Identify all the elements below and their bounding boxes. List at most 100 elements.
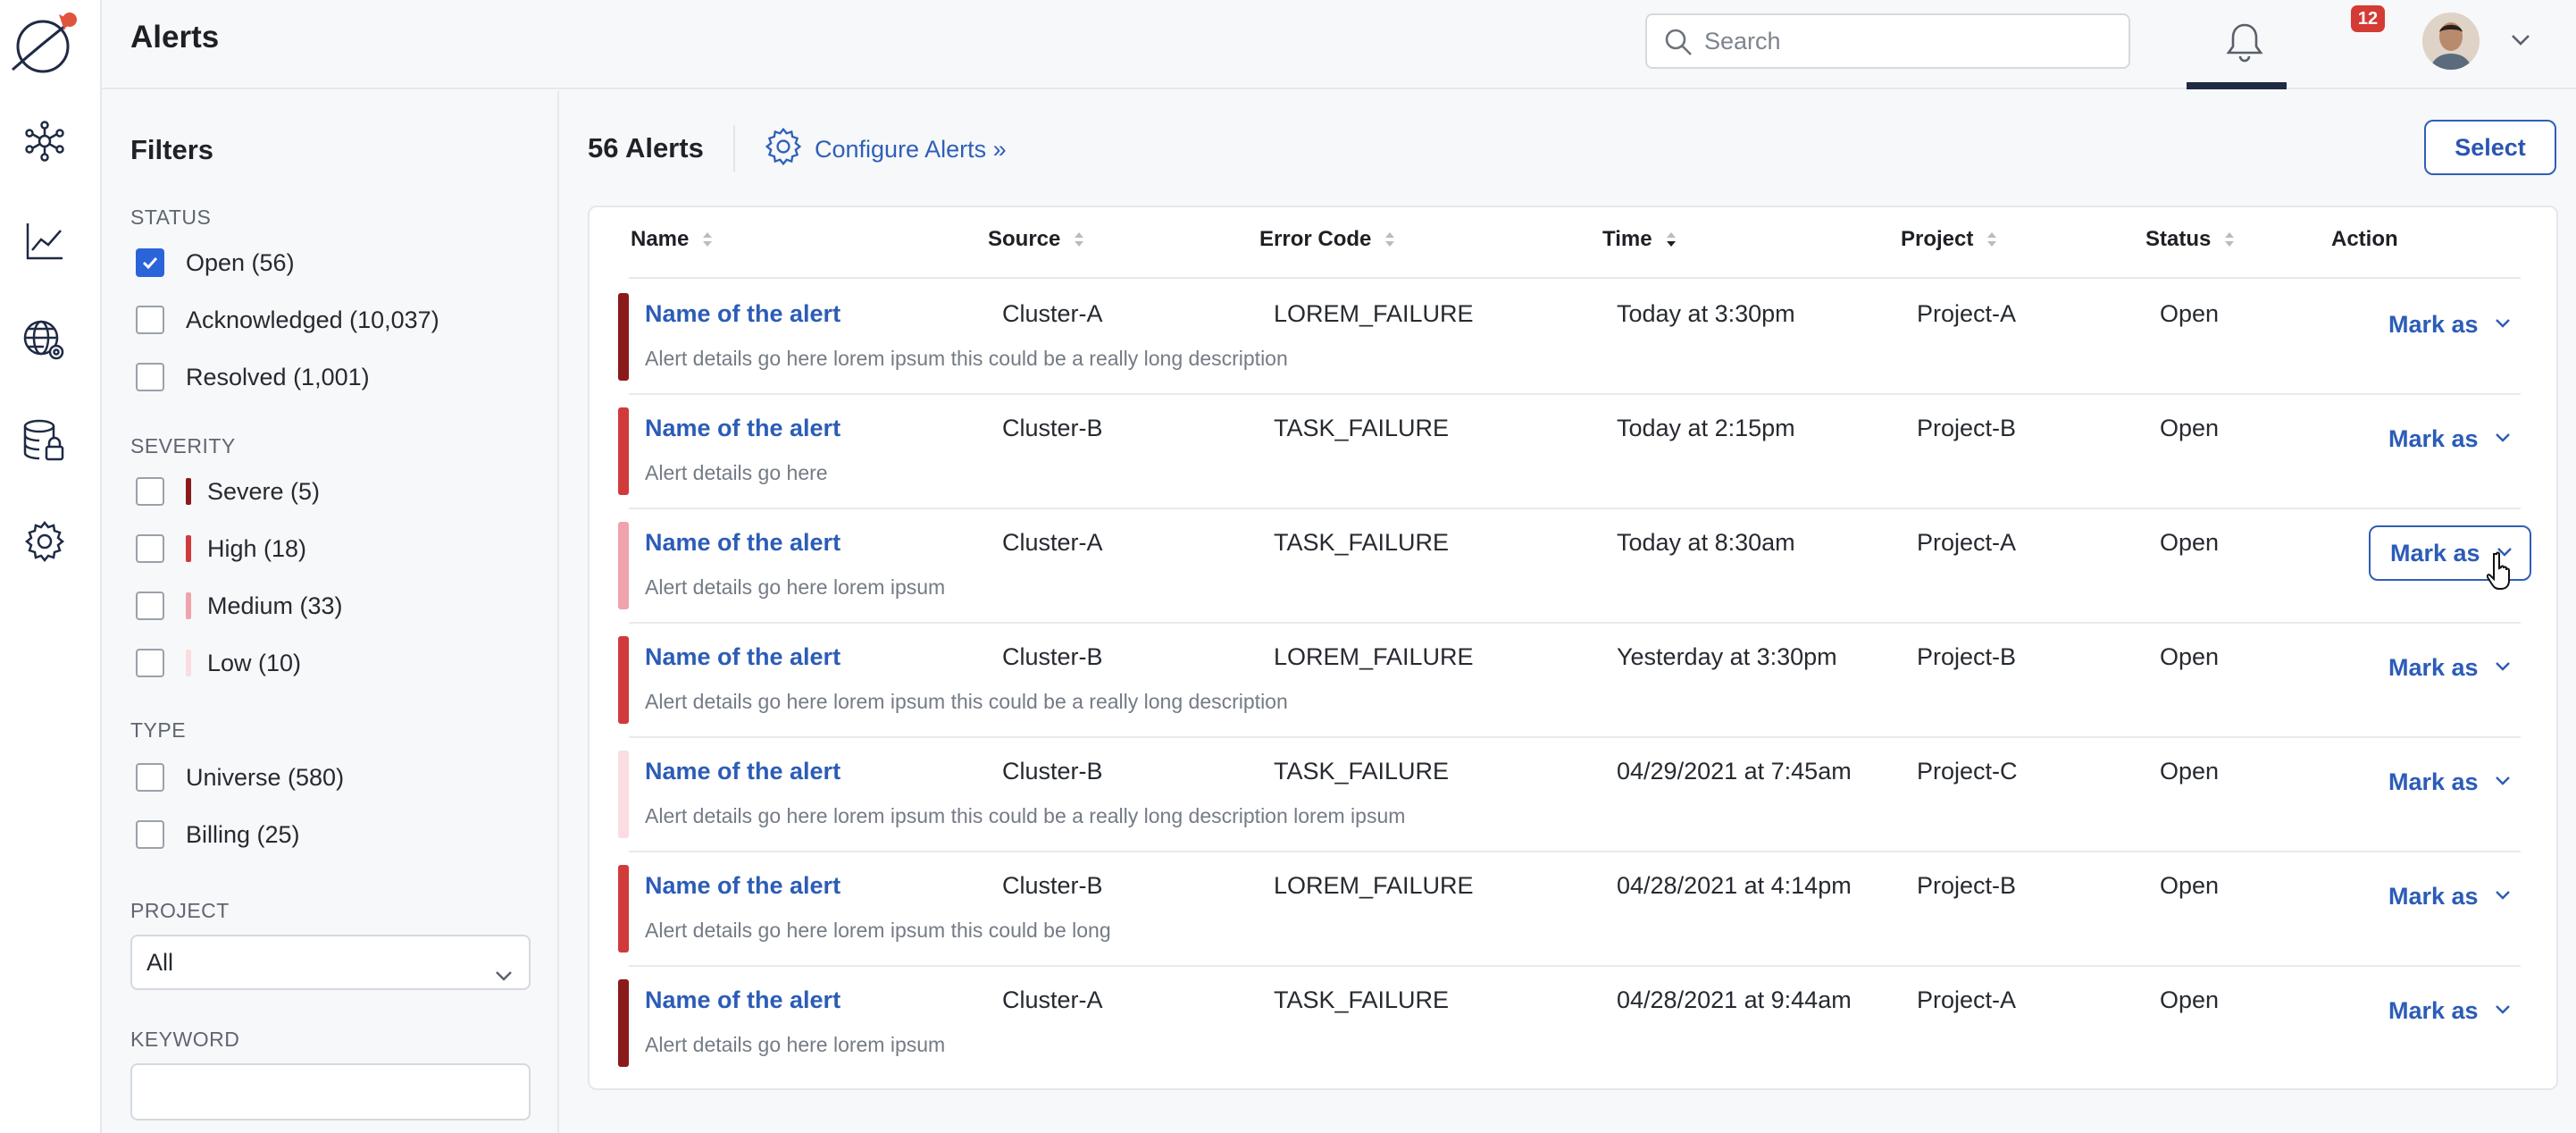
filter-status-resolved[interactable]: Resolved (1,001) [136, 361, 370, 393]
alert-name-link[interactable]: Name of the alert [645, 643, 841, 671]
alert-project: Project-B [1917, 872, 2017, 899]
mark-as-dropdown[interactable]: Mark as [2369, 297, 2531, 352]
filter-type-billing[interactable]: Billing (25) [136, 818, 300, 851]
severity-bar [618, 979, 629, 1067]
project-filter-label: PROJECT [130, 899, 230, 922]
alert-description: Alert details go here lorem ipsum this c… [645, 804, 1406, 827]
settings-gear-nav-icon[interactable] [20, 516, 70, 566]
status-filter-label: STATUS [130, 206, 212, 229]
app-logo[interactable] [7, 7, 82, 82]
project-select[interactable]: All [130, 935, 531, 990]
alert-project: Project-A [1917, 529, 2017, 556]
keyword-input[interactable] [130, 1063, 531, 1120]
search-box[interactable] [1645, 13, 2130, 69]
alert-error-code: TASK_FAILURE [1274, 758, 1450, 785]
type-filter-label: TYPE [130, 718, 187, 742]
notification-count-badge: 12 [2351, 5, 2385, 32]
user-avatar[interactable] [2422, 13, 2480, 70]
alert-status: Open [2160, 986, 2220, 1013]
alert-source: Cluster-B [1002, 758, 1103, 785]
filter-severity-low[interactable]: Low (10) [136, 647, 301, 679]
alert-name-link[interactable]: Name of the alert [645, 872, 841, 900]
chevron-down-icon [2493, 768, 2513, 796]
configure-alerts-link[interactable]: Configure Alerts » [763, 127, 1007, 172]
alert-project: Project-B [1917, 415, 2017, 441]
hand-pointer-cursor-icon [2486, 550, 2517, 596]
table-row: Name of the alert Cluster-A LOREM_FAILUR… [590, 281, 2556, 395]
metrics-chart-nav-icon[interactable] [20, 216, 70, 266]
severity-color-marker [186, 592, 191, 619]
table-row: Name of the alert Cluster-A TASK_FAILURE… [590, 509, 2556, 624]
filter-type-universe[interactable]: Universe (580) [136, 761, 344, 793]
column-header-project[interactable]: Project [1901, 227, 1998, 252]
search-icon [1663, 27, 1694, 62]
alert-error-code: LOREM_FAILURE [1274, 643, 1474, 670]
checkbox[interactable] [136, 649, 164, 677]
column-header-source[interactable]: Source [988, 227, 1085, 252]
table-row: Name of the alert Cluster-B TASK_FAILURE… [590, 395, 2556, 509]
column-header-status[interactable]: Status [2145, 227, 2236, 252]
checkbox[interactable] [136, 477, 164, 506]
filter-severity-severe[interactable]: Severe (5) [136, 475, 320, 508]
topology-nav-icon[interactable] [20, 116, 70, 166]
notifications-bell-icon[interactable] [2215, 13, 2274, 71]
alert-name-link[interactable]: Name of the alert [645, 986, 841, 1014]
checkbox[interactable] [136, 534, 164, 563]
checkbox[interactable] [136, 763, 164, 792]
mark-as-dropdown[interactable]: Mark as [2369, 640, 2531, 695]
search-input[interactable] [1702, 15, 2113, 67]
alerts-count: 56 Alerts [588, 132, 704, 164]
alert-name-link[interactable]: Name of the alert [645, 529, 841, 557]
chevron-down-icon [2493, 425, 2513, 453]
alert-name-link[interactable]: Name of the alert [645, 415, 841, 442]
severity-bar [618, 407, 629, 495]
notifications-active-indicator [2187, 82, 2287, 89]
globe-settings-nav-icon[interactable] [20, 316, 70, 366]
checkbox-checked[interactable] [136, 248, 164, 277]
alert-source: Cluster-A [1002, 300, 1103, 327]
alert-description: Alert details go here lorem ipsum this c… [645, 919, 1111, 942]
column-header-action: Action [2331, 227, 2398, 251]
alert-time: Today at 3:30pm [1617, 300, 1795, 327]
alert-project: Project-B [1917, 643, 2017, 670]
table-row: Name of the alert Cluster-A TASK_FAILURE… [590, 967, 2556, 1081]
mark-as-dropdown[interactable]: Mark as [2369, 411, 2531, 466]
checkbox[interactable] [136, 820, 164, 849]
keyword-filter-label: KEYWORD [130, 1028, 240, 1051]
severity-bar [618, 865, 629, 953]
alert-error-code: TASK_FAILURE [1274, 415, 1450, 441]
database-lock-nav-icon[interactable] [20, 416, 70, 466]
alert-status: Open [2160, 872, 2220, 899]
alert-project: Project-A [1917, 986, 2017, 1013]
mark-as-dropdown[interactable]: Mark as [2369, 869, 2531, 924]
filter-status-open[interactable]: Open (56) [136, 247, 295, 279]
filter-severity-medium[interactable]: Medium (33) [136, 590, 343, 622]
checkbox[interactable] [136, 592, 164, 620]
mark-as-dropdown[interactable]: Mark as [2369, 983, 2531, 1038]
alert-name-link[interactable]: Name of the alert [645, 758, 841, 785]
column-header-time[interactable]: Time [1602, 227, 1677, 252]
sort-icon [701, 231, 714, 248]
gear-icon [763, 126, 804, 173]
alert-name-link[interactable]: Name of the alert [645, 300, 841, 328]
alert-time: 04/29/2021 at 7:45am [1617, 758, 1852, 785]
header-divider [629, 277, 2521, 279]
severity-bar [618, 751, 629, 838]
chevron-down-icon [2493, 883, 2513, 911]
sort-icon [2223, 231, 2236, 248]
filter-status-acknowledged[interactable]: Acknowledged (10,037) [136, 304, 439, 336]
column-header-error-code[interactable]: Error Code [1259, 227, 1396, 252]
filter-severity-high[interactable]: High (18) [136, 533, 306, 565]
alert-description: Alert details go here lorem ipsum this c… [645, 690, 1288, 713]
mark-as-dropdown[interactable]: Mark as [2369, 754, 2531, 810]
user-menu-chevron-down-icon[interactable] [2508, 27, 2533, 56]
alert-source: Cluster-B [1002, 643, 1103, 670]
checkbox[interactable] [136, 363, 164, 391]
column-header-name[interactable]: Name [631, 227, 714, 252]
alert-source: Cluster-B [1002, 872, 1103, 899]
select-button[interactable]: Select [2424, 120, 2556, 175]
chevron-down-icon [2493, 654, 2513, 682]
checkbox[interactable] [136, 306, 164, 334]
alert-source: Cluster-B [1002, 415, 1103, 441]
severity-bar [618, 522, 629, 609]
